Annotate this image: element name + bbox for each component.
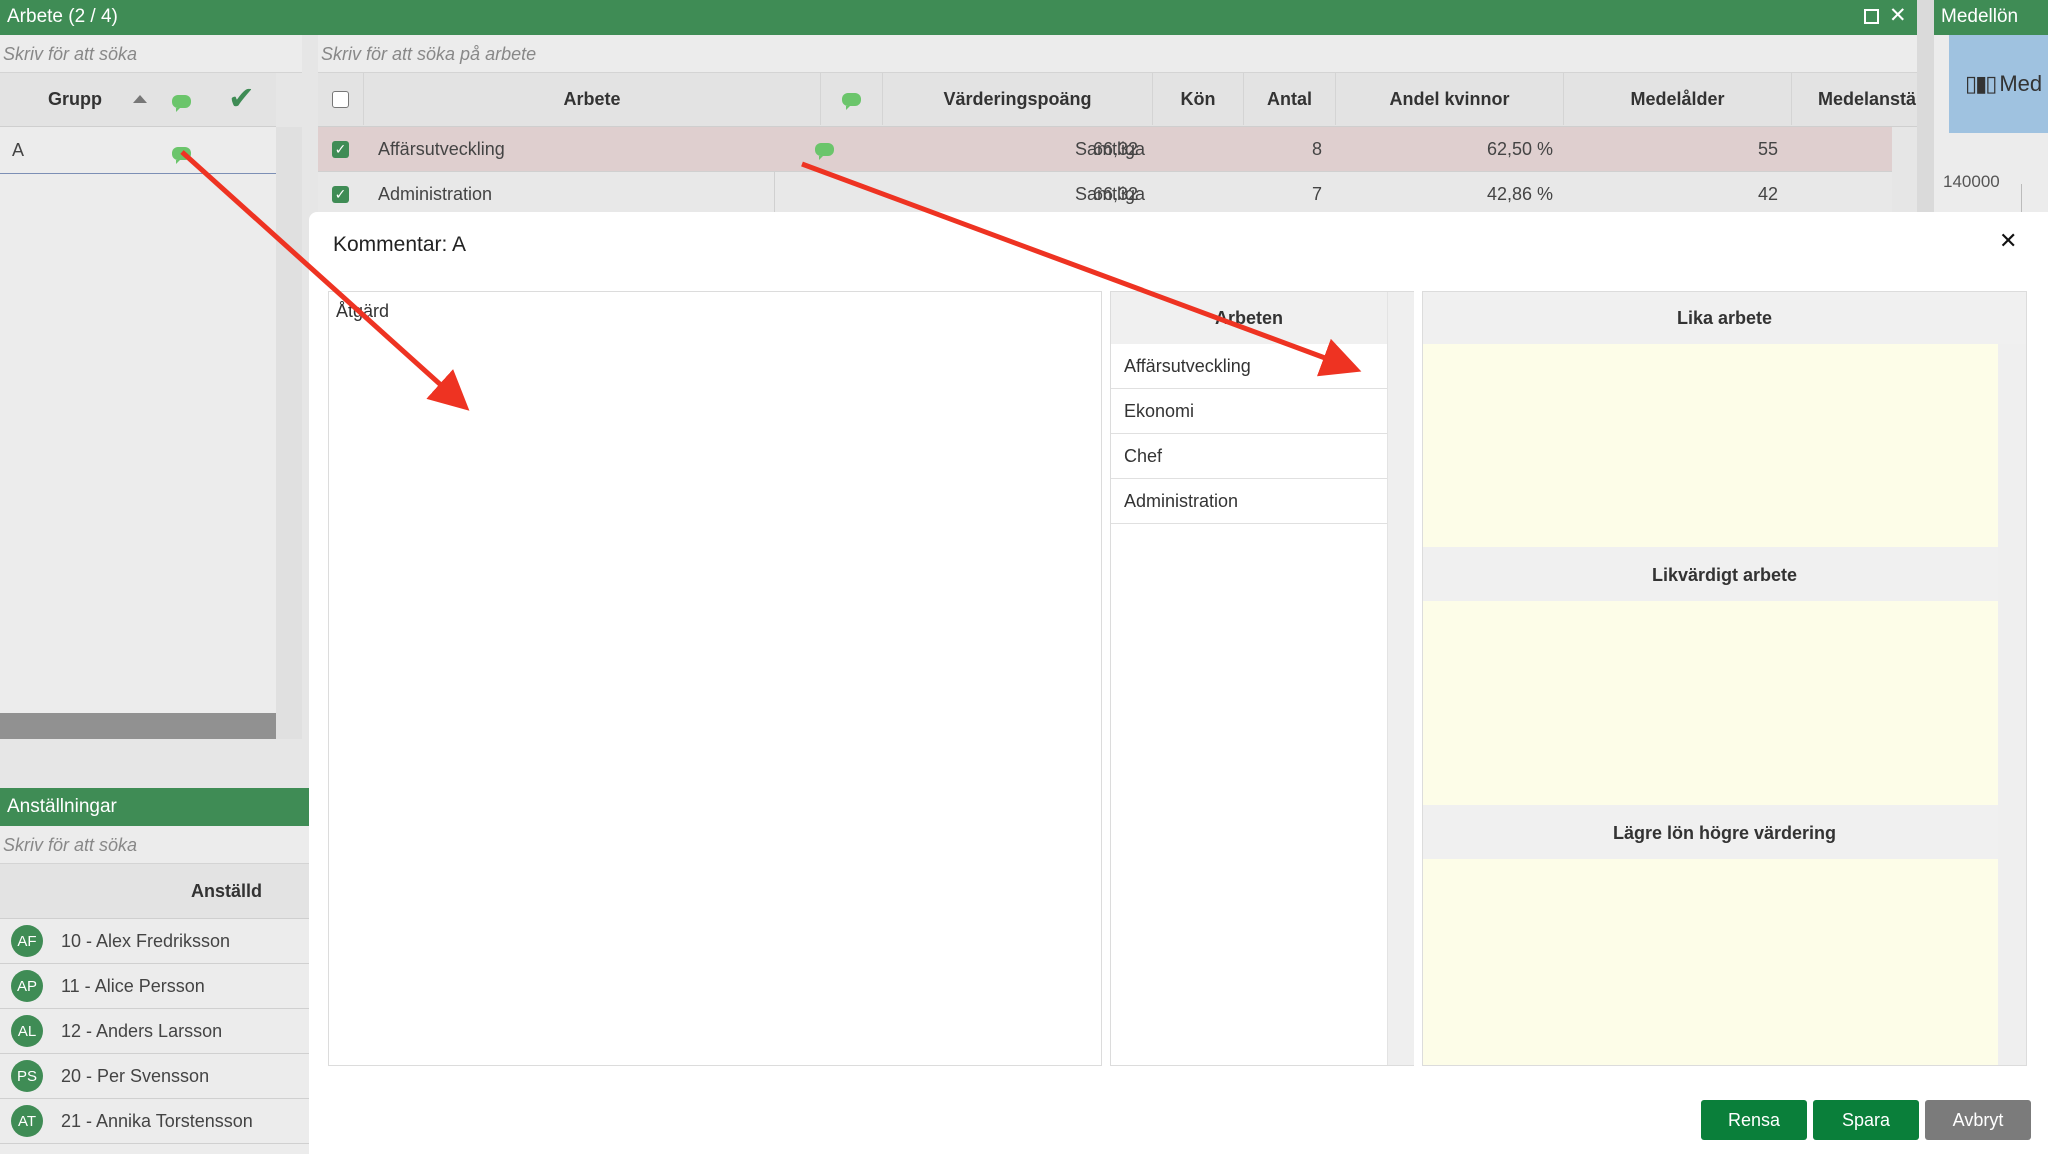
annotation-arrow [180,150,470,411]
annotation-arrow [801,161,1362,377]
annotation-arrows [180,150,1362,411]
